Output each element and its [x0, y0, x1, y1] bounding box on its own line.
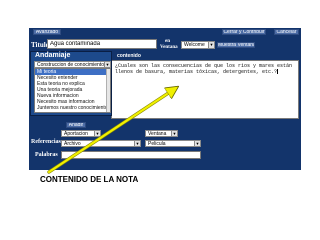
caption-text: CONTENIDO DE LA NOTA — [40, 175, 139, 184]
arrow-fill — [47, 88, 176, 174]
annotation-arrow — [47, 0, 320, 174]
